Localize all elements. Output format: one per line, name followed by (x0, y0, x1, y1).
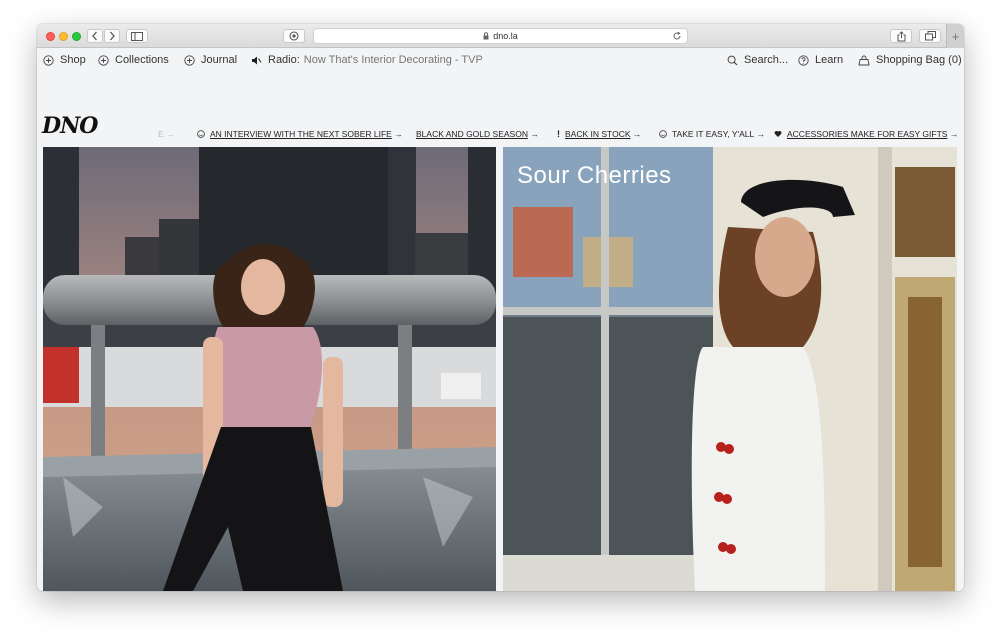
ticker-item-label: BLACK AND GOLD SEASON (416, 129, 528, 139)
question-circle-icon (798, 54, 809, 66)
nav-bag-label: Shopping Bag (0) (876, 54, 962, 66)
address-bar[interactable]: dno.la (313, 28, 688, 44)
exclamation-icon: ! (557, 129, 560, 139)
smile-icon (659, 130, 667, 138)
ticker-faded-item: E → (158, 129, 175, 139)
nav-shopping-bag[interactable]: Shopping Bag (0) (858, 54, 962, 66)
chevron-left-icon (92, 31, 97, 41)
plus-circle-icon (98, 54, 109, 66)
photo-man-in-cap (503, 147, 957, 591)
sidebar-icon (131, 31, 143, 41)
ticker-item-label: TAKE IT EASY, Y'ALL (672, 129, 755, 139)
hero-image-right[interactable]: Sour Cherries (503, 147, 957, 591)
plus-circle-icon (184, 54, 195, 66)
zoom-window-button[interactable] (72, 32, 81, 41)
plus-circle-icon (43, 54, 54, 66)
browser-window: dno.la + Shop Collections Journal Radio:… (37, 24, 964, 591)
shopping-bag-icon (858, 55, 870, 66)
search-icon (727, 55, 738, 66)
ticker-item-label: AN INTERVIEW WITH THE NEXT SOBER LIFE (210, 129, 392, 139)
screen: dno.la + Shop Collections Journal Radio:… (0, 0, 1000, 637)
announcement-ticker: E → (158, 127, 175, 141)
arrow-right-icon: → (756, 129, 766, 139)
close-window-button[interactable] (46, 32, 55, 41)
new-tab-button[interactable]: + (946, 24, 964, 48)
nav-learn[interactable]: Learn (798, 54, 843, 66)
nav-radio[interactable]: Radio: Now That's Interior Decorating - … (251, 54, 483, 66)
minimize-window-button[interactable] (59, 32, 68, 41)
site-nav: Shop Collections Journal Radio: Now That… (37, 48, 964, 74)
collection-title[interactable]: Sour Cherries (517, 162, 672, 190)
plus-icon: + (951, 28, 960, 44)
sidebar-toggle-button[interactable] (126, 29, 148, 43)
heart-icon (774, 130, 782, 138)
share-button[interactable] (890, 29, 912, 43)
nav-collections-label: Collections (115, 54, 169, 66)
nav-learn-label: Learn (815, 54, 844, 66)
arrow-right-icon: → (632, 129, 642, 139)
smile-icon (197, 130, 205, 138)
privacy-report-button[interactable] (283, 29, 305, 43)
share-icon (897, 30, 905, 41)
nav-search-label: Search... (744, 54, 789, 66)
nav-collections[interactable]: Collections (98, 54, 169, 66)
radio-track: Now That's Interior Decorating - TVP (303, 54, 483, 66)
nav-search[interactable]: Search... (727, 54, 788, 66)
arrow-right-icon: → (530, 129, 539, 139)
site-logo[interactable]: DNO (42, 113, 98, 139)
browser-toolbar: dno.la + (37, 24, 964, 48)
nav-shop-label: Shop (60, 54, 86, 66)
lock-icon (483, 32, 489, 40)
nav-shop[interactable]: Shop (43, 54, 86, 66)
back-button[interactable] (87, 29, 103, 43)
ticker-item-label: ACCESSORIES MAKE FOR EASY GIFTS (787, 129, 948, 139)
url-text: dno.la (493, 31, 518, 41)
arrow-right-icon: → (949, 129, 959, 139)
radio-label: Radio: (268, 54, 300, 66)
speaker-muted-icon (251, 55, 262, 66)
hero-image-left[interactable] (43, 147, 496, 591)
photo-woman-on-railing (43, 147, 496, 591)
tabs-icon (924, 31, 936, 41)
forward-button[interactable] (104, 29, 120, 43)
reload-icon[interactable] (672, 31, 682, 41)
nav-journal[interactable]: Journal (184, 54, 237, 66)
ticker-item-black-gold[interactable]: BLACK AND GOLD SEASON → (416, 127, 539, 141)
ticker-item-back-in-stock[interactable]: ! BACK IN STOCK → (557, 127, 641, 141)
ticker-item-accessories[interactable]: ACCESSORIES MAKE FOR EASY GIFTS → (774, 127, 958, 141)
chevron-right-icon (110, 31, 115, 41)
ticker-item-label: BACK IN STOCK (565, 129, 631, 139)
ticker-item-take-it-easy[interactable]: TAKE IT EASY, Y'ALL → (659, 127, 765, 141)
shield-icon (289, 31, 299, 41)
ticker-item-interview[interactable]: AN INTERVIEW WITH THE NEXT SOBER LIFE → (197, 127, 403, 141)
nav-journal-label: Journal (201, 54, 238, 66)
tabs-overview-button[interactable] (919, 29, 941, 43)
arrow-right-icon: → (394, 129, 403, 139)
